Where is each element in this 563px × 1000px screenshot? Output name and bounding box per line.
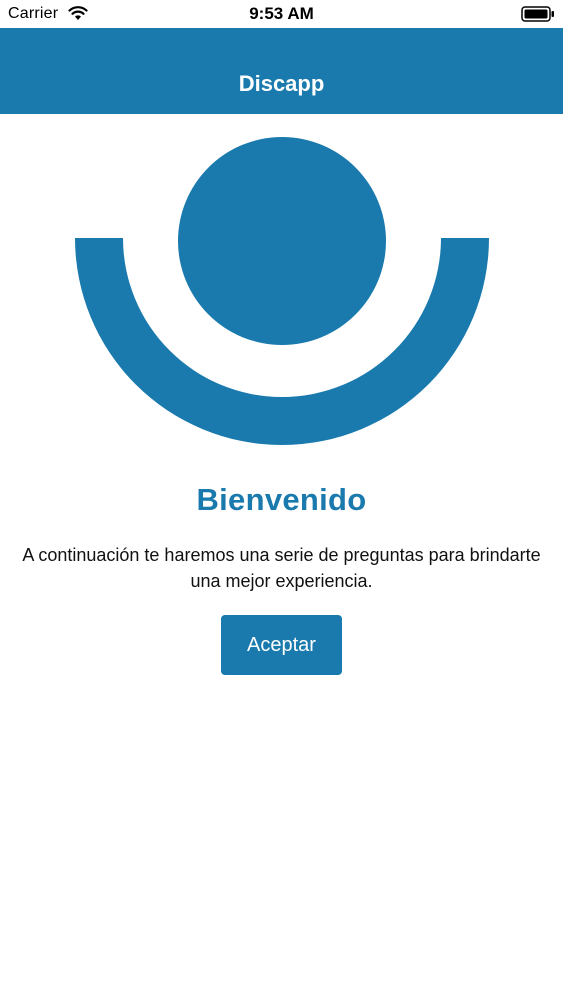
welcome-title: Bienvenido [196,482,367,517]
welcome-screen: Carrier 9:53 AM Discapp Bienvenido A con… [0,0,563,1000]
logo-head [178,137,386,345]
nav-title: Discapp [238,71,325,96]
status-time: 9:53 AM [249,4,314,23]
welcome-description: A continuación te haremos una serie de p… [22,545,541,591]
navigation-bar: Discapp [0,28,563,114]
status-bar: Carrier 9:53 AM [0,0,563,28]
battery-icon [521,6,554,22]
accept-button[interactable]: Aceptar [221,615,342,675]
discapp-logo-icon [75,137,489,445]
